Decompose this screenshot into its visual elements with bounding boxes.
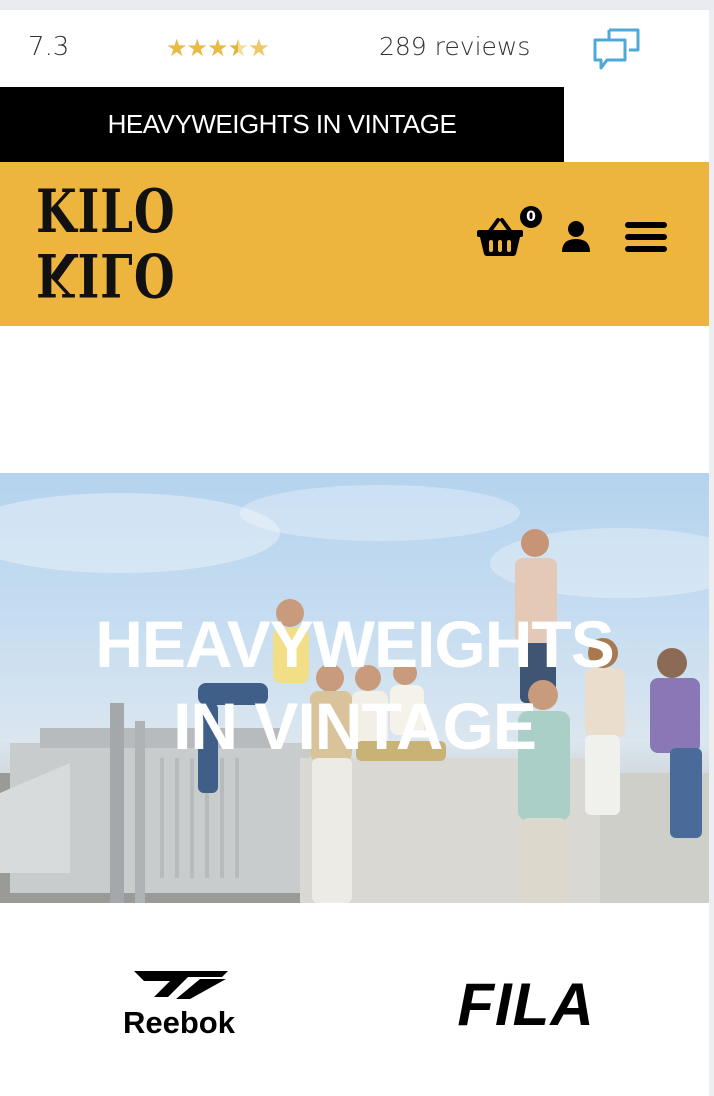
scrollbar-track[interactable] bbox=[709, 10, 714, 1096]
browser-top-strip bbox=[0, 0, 714, 10]
kilo-kilo-logo[interactable]: KILO KILO bbox=[36, 177, 192, 309]
hero-title-line-1: HEAVYWEIGHTS bbox=[95, 607, 614, 681]
review-count[interactable]: 289 reviews bbox=[379, 32, 530, 61]
empty-star-icon: ★ bbox=[248, 34, 269, 62]
review-score: 7.3 bbox=[28, 32, 70, 62]
chat-bubbles-icon[interactable] bbox=[592, 26, 642, 72]
logo-line-top: KILO bbox=[36, 177, 176, 247]
promo-banner-text: HEAVYWEIGHTS IN VINTAGE bbox=[107, 109, 457, 139]
full-stars: ★★★ bbox=[166, 34, 229, 62]
hero-title-line-2: IN VINTAGE bbox=[173, 689, 537, 763]
basket-icon[interactable] bbox=[476, 217, 524, 257]
promo-banner: HEAVYWEIGHTS IN VINTAGE bbox=[0, 87, 564, 162]
hero-banner[interactable]: HEAVYWEIGHTS IN VINTAGE bbox=[0, 473, 709, 903]
cart-count-badge: 0 bbox=[520, 206, 542, 228]
reebok-wordmark: Reebok bbox=[123, 1005, 236, 1040]
fila-wordmark: FILA bbox=[457, 977, 594, 1029]
brand-logos: Reebok FILA bbox=[0, 903, 709, 1096]
site-header: KILO KILO 0 bbox=[0, 162, 709, 326]
hero-title: HEAVYWEIGHTS IN VINTAGE bbox=[0, 603, 709, 767]
user-icon[interactable] bbox=[560, 220, 592, 254]
logo-line-bottom-flipped: KILO bbox=[36, 239, 176, 309]
fila-logo[interactable]: FILA bbox=[452, 977, 600, 1029]
reebok-logo[interactable]: Reebok bbox=[104, 969, 254, 1041]
rating-stars: ★★★★★ bbox=[166, 34, 270, 62]
half-star-icon: ★ bbox=[227, 34, 249, 62]
reviews-bar[interactable]: 7.3 ★★★★★ 289 reviews bbox=[0, 10, 709, 87]
hamburger-menu-icon[interactable] bbox=[624, 220, 668, 254]
